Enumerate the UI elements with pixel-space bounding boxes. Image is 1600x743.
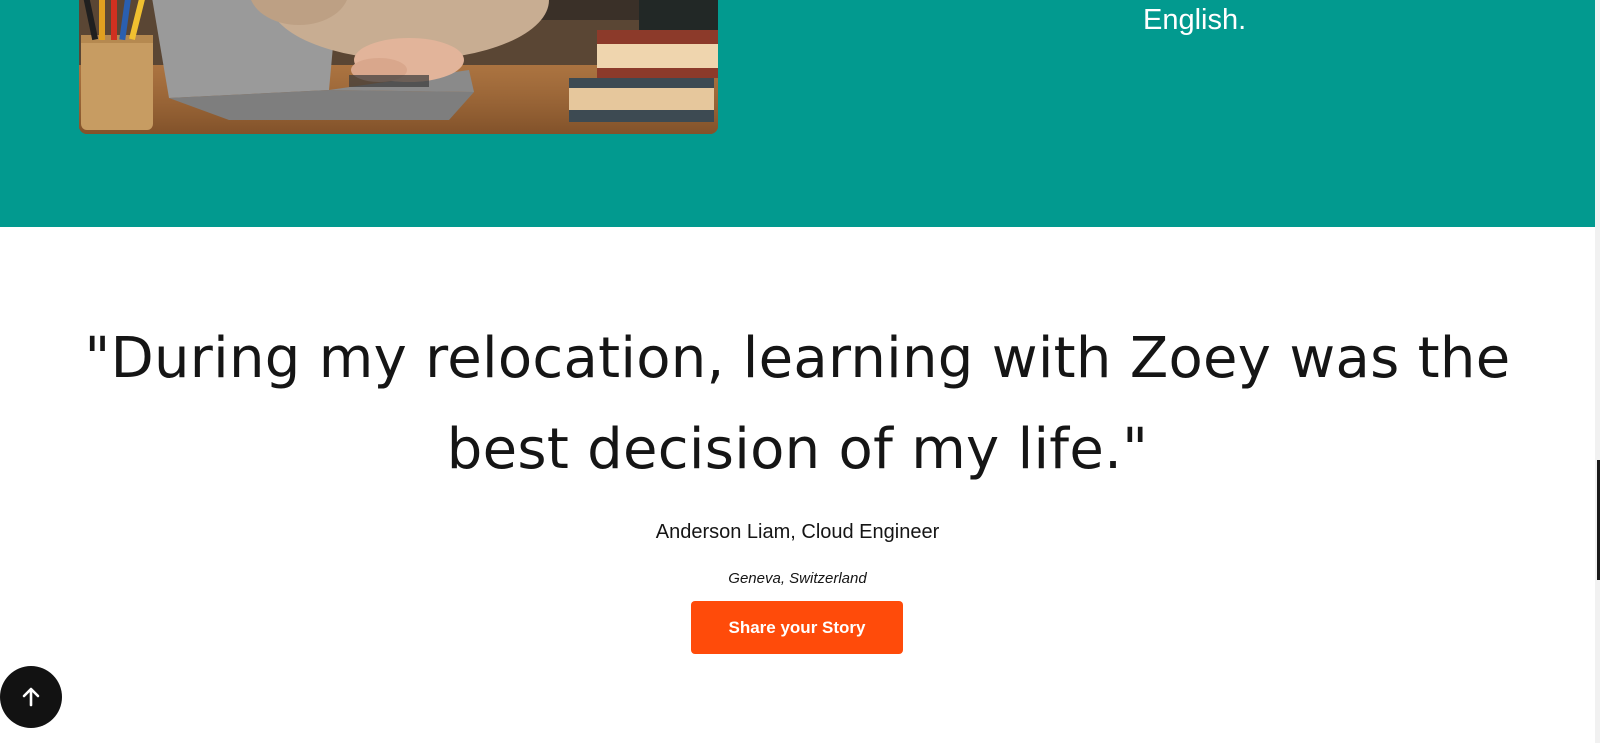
scroll-to-top-button[interactable]: [0, 666, 62, 728]
testimonial-section: "During my relocation, learning with Zoe…: [0, 227, 1595, 743]
hero-text: English.: [1143, 4, 1247, 36]
testimonial-location: Geneva, Switzerland: [728, 570, 867, 587]
hero-section: English.: [0, 0, 1595, 227]
share-story-button[interactable]: Share your Story: [691, 601, 903, 654]
testimonial-quote: "During my relocation, learning with Zoe…: [84, 326, 1511, 482]
scrollbar-track[interactable]: [1595, 0, 1600, 743]
page: English. "During my relocation, learning…: [0, 0, 1600, 743]
hero-photo: [79, 0, 718, 134]
testimonial-author: Anderson Liam, Cloud Engineer: [655, 521, 940, 543]
laptop-desk-image: [79, 0, 718, 134]
arrow-up-icon: [22, 687, 40, 707]
